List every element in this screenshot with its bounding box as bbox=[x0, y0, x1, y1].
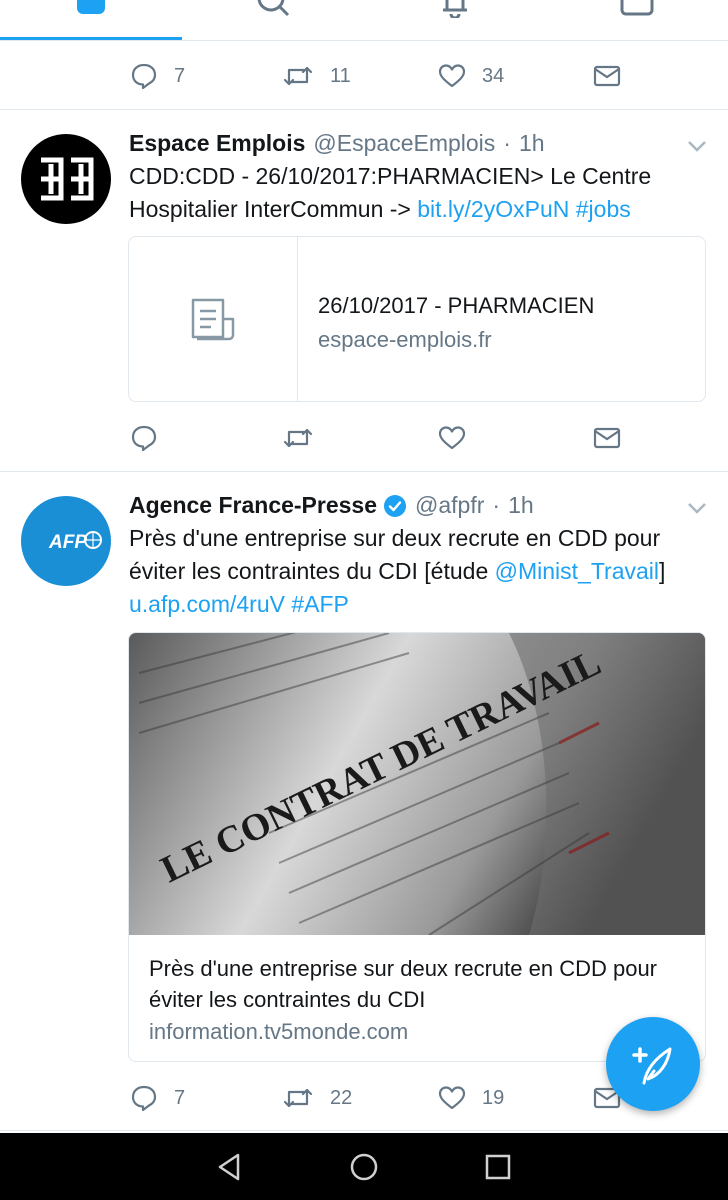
card-image: LE CONTRAT DE TRAVAIL bbox=[129, 633, 705, 935]
separator-dot: · bbox=[492, 492, 501, 518]
tweet-divider bbox=[0, 471, 728, 472]
tab-home[interactable] bbox=[0, 0, 182, 40]
tweet-divider bbox=[0, 1130, 728, 1131]
tweet-header: Espace Emplois @EspaceEmplois · 1h bbox=[129, 130, 545, 157]
reply-button[interactable] bbox=[130, 418, 174, 458]
tab-messages[interactable] bbox=[546, 0, 728, 40]
search-icon bbox=[257, 0, 290, 17]
chevron-down-icon[interactable] bbox=[686, 500, 708, 516]
reply-button[interactable]: 7 bbox=[130, 1078, 185, 1118]
system-nav-bar bbox=[0, 1133, 728, 1200]
tweet-text-body: CDD:CDD - 26/10/2017:PHARMACIEN> Le Cent… bbox=[129, 163, 652, 222]
retweet-button[interactable]: 11 bbox=[282, 56, 351, 96]
home-icon bbox=[77, 0, 105, 14]
like-button[interactable]: 19 bbox=[438, 1078, 504, 1118]
tweet-actions bbox=[0, 418, 728, 458]
separator-dot: · bbox=[503, 130, 511, 156]
like-count: 19 bbox=[482, 1086, 505, 1109]
card-title: Près d'une entreprise sur deux recrute e… bbox=[149, 956, 658, 1012]
author-name[interactable]: Espace Emplois bbox=[129, 130, 305, 157]
card-title: 26/10/2017 - PHARMACIEN bbox=[318, 293, 595, 318]
heart-icon bbox=[438, 1086, 466, 1110]
tweet-link[interactable]: bit.ly/2yOxPuN bbox=[417, 196, 569, 222]
link-card[interactable]: 26/10/2017 - PHARMACIEN espace-emplois.f… bbox=[128, 236, 706, 402]
heart-icon bbox=[438, 426, 466, 450]
reply-icon bbox=[131, 63, 157, 90]
tweet-text: CDD:CDD - 26/10/2017:PHARMACIEN> Le Cent… bbox=[129, 160, 709, 226]
compose-button[interactable] bbox=[606, 1017, 700, 1111]
verified-badge-icon bbox=[384, 494, 407, 517]
afp-logo-icon: AFP bbox=[48, 531, 102, 553]
back-icon[interactable] bbox=[214, 1151, 246, 1183]
tweet-divider bbox=[0, 109, 728, 110]
card-domain: espace-emplois.fr bbox=[318, 327, 492, 352]
bell-icon bbox=[443, 0, 467, 18]
chevron-down-icon[interactable] bbox=[686, 138, 708, 154]
mail-icon bbox=[593, 427, 621, 449]
hashtag-link[interactable]: #AFP bbox=[291, 591, 349, 617]
like-count: 34 bbox=[482, 64, 505, 87]
author-handle[interactable]: @afpfr bbox=[415, 492, 484, 519]
reply-icon bbox=[131, 425, 157, 452]
timestamp: 1h bbox=[508, 492, 534, 518]
active-tab-indicator bbox=[0, 37, 182, 40]
recent-apps-icon[interactable] bbox=[482, 1151, 514, 1183]
retweet-button[interactable]: 22 bbox=[282, 1078, 352, 1118]
dm-button[interactable] bbox=[593, 418, 621, 458]
tweet-text: Près d'une entreprise sur deux recrute e… bbox=[129, 522, 709, 621]
retweet-count: 22 bbox=[330, 1086, 353, 1109]
tweet-actions: 7 11 34 bbox=[0, 56, 728, 96]
author-handle[interactable]: @EspaceEmplois bbox=[313, 130, 495, 157]
tweet-header: Agence France-Presse @afpfr · 1h bbox=[129, 492, 534, 519]
compose-icon bbox=[632, 1047, 672, 1085]
retweet-count: 11 bbox=[330, 64, 351, 87]
retweet-icon bbox=[283, 428, 313, 448]
reply-button[interactable]: 7 bbox=[130, 56, 185, 96]
tweet-text-bracket: ] bbox=[659, 558, 666, 584]
like-button[interactable]: 34 bbox=[438, 56, 504, 96]
tweet-link[interactable]: u.afp.com/4ruV bbox=[129, 591, 285, 617]
mail-icon bbox=[593, 65, 621, 87]
reply-count: 7 bbox=[174, 64, 186, 87]
avatar[interactable] bbox=[21, 134, 111, 224]
espace-emplois-logo-icon bbox=[41, 157, 94, 201]
top-nav bbox=[0, 0, 728, 41]
heart-icon bbox=[438, 64, 466, 88]
mention-link[interactable]: @Minist_Travail bbox=[495, 558, 659, 584]
link-card[interactable]: LE CONTRAT DE TRAVAIL Près d'une entrepr… bbox=[128, 632, 706, 1062]
reply-icon bbox=[131, 1085, 157, 1112]
tab-notifications[interactable] bbox=[364, 0, 546, 40]
retweet-icon bbox=[283, 66, 313, 86]
author-name[interactable]: Agence France-Presse bbox=[129, 492, 377, 519]
afp-logo-text: AFP bbox=[48, 532, 87, 553]
card-domain: information.tv5monde.com bbox=[149, 1019, 409, 1044]
hashtag-link[interactable]: #jobs bbox=[576, 196, 631, 222]
card-thumbnail bbox=[129, 237, 298, 401]
dm-button[interactable] bbox=[593, 56, 621, 96]
reply-count: 7 bbox=[174, 1086, 186, 1109]
like-button[interactable] bbox=[438, 418, 482, 458]
avatar[interactable]: AFP bbox=[21, 496, 111, 586]
timestamp: 1h bbox=[518, 130, 545, 156]
tab-search[interactable] bbox=[182, 0, 364, 40]
document-icon bbox=[191, 298, 235, 341]
retweet-icon bbox=[283, 1088, 313, 1108]
mail-icon bbox=[620, 0, 654, 16]
home-circle-icon[interactable] bbox=[348, 1151, 380, 1183]
retweet-button[interactable] bbox=[282, 418, 330, 458]
